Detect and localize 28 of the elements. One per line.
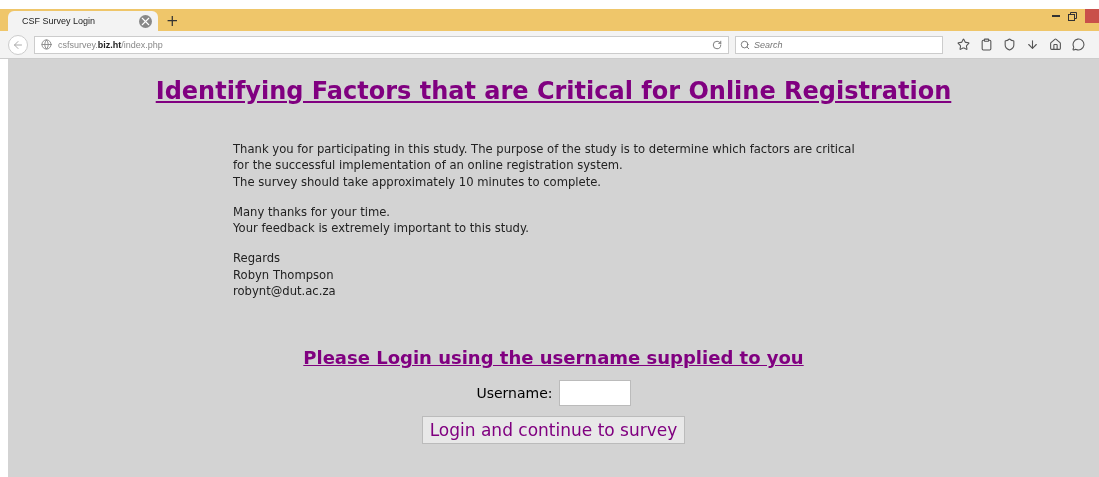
login-heading: Please Login using the username supplied to you — [303, 347, 804, 369]
page-title: Identifying Factors that are Critical for Online Registration — [155, 77, 952, 105]
body-text: Your feedback is extremely important to this study. — [233, 220, 530, 237]
body-text: robynt@dut.ac.za — [233, 283, 337, 300]
restore-icon[interactable] — [1068, 11, 1077, 21]
star-icon[interactable] — [957, 38, 970, 51]
search-field[interactable]: Search — [735, 35, 943, 54]
reload-icon[interactable] — [712, 39, 722, 50]
login-button[interactable]: Login and continue to survey — [421, 416, 686, 445]
home-icon[interactable] — [1049, 38, 1062, 51]
globe-icon — [41, 39, 52, 50]
chat-icon[interactable] — [1072, 38, 1085, 51]
minimize-icon[interactable] — [1052, 14, 1060, 18]
username-label: Username: — [476, 385, 553, 402]
close-icon[interactable] — [139, 14, 152, 28]
body-text: for the successful implementation of an online registration system. — [233, 157, 624, 174]
username-field[interactable] — [558, 380, 631, 407]
address-bar[interactable]: csfsurvey.biz.ht/index.php — [34, 35, 729, 54]
body-text: Many thanks for your time. — [233, 203, 392, 221]
body-text: Regards — [233, 250, 282, 267]
body-text: The survey should take approximately 10 minutes to complete. — [233, 173, 603, 190]
download-icon[interactable] — [1026, 38, 1039, 51]
new-tab-button[interactable]: + — [166, 11, 179, 31]
body-text: Robyn Thompson — [233, 266, 335, 284]
browser-tab[interactable]: CSF Survey Login — [8, 11, 158, 31]
clipboard-icon[interactable] — [980, 38, 993, 51]
body-text: Thank you for participating in this study. The purpose of the study is to determine which factors are critical — [233, 141, 855, 158]
shield-icon[interactable] — [1003, 38, 1016, 51]
